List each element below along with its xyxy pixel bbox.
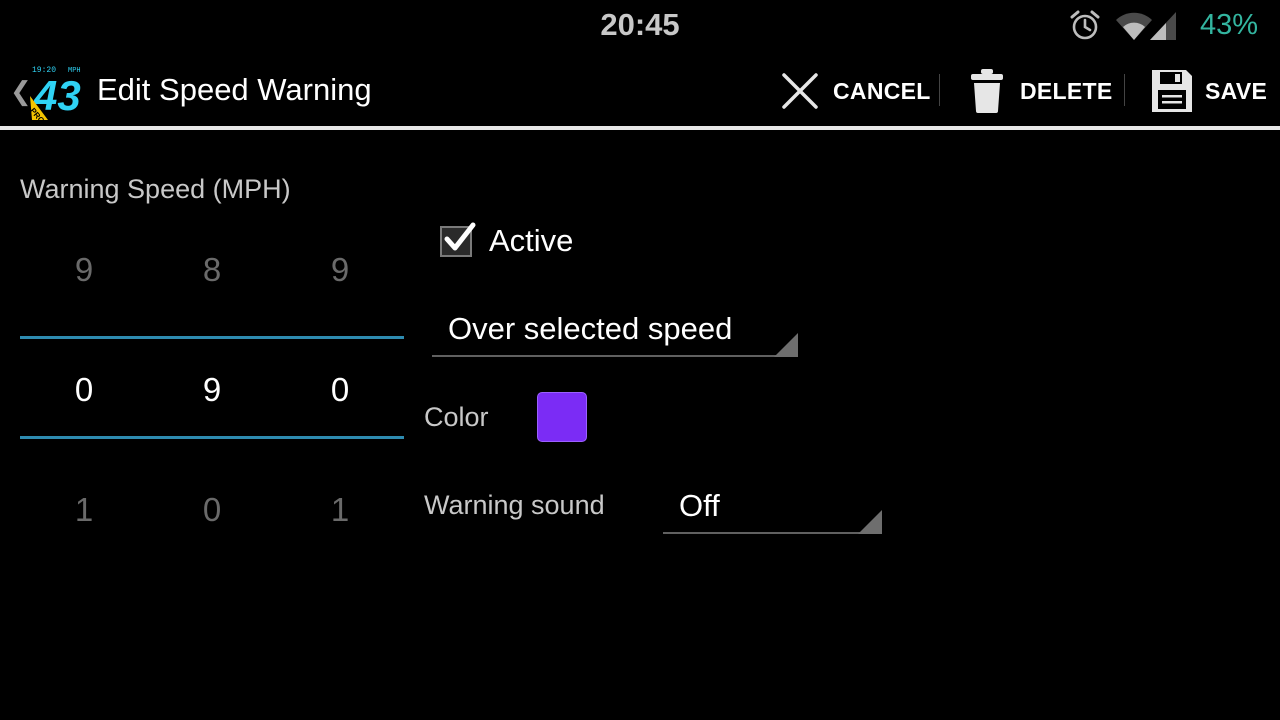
close-icon bbox=[782, 73, 818, 109]
spinner-underline bbox=[663, 532, 882, 534]
picker-next-digit[interactable]: 1 bbox=[54, 491, 114, 529]
warning-sound-value: Off bbox=[679, 488, 720, 523]
picker-selected-digit[interactable]: 0 bbox=[54, 371, 114, 409]
save-label: SAVE bbox=[1205, 77, 1268, 104]
spinner-underline bbox=[432, 355, 798, 357]
up-navigation-button[interactable]: ❮ 19:20 MPH 43 PRO bbox=[4, 54, 92, 124]
picker-selected-digit[interactable]: 9 bbox=[182, 371, 242, 409]
picker-prev-digit[interactable]: 8 bbox=[182, 251, 242, 289]
picker-divider-top bbox=[20, 336, 404, 339]
cancel-label: CANCEL bbox=[833, 77, 931, 104]
alarm-icon bbox=[1070, 10, 1100, 40]
picker-prev-digit[interactable]: 9 bbox=[54, 251, 114, 289]
active-label: Active bbox=[489, 223, 574, 258]
picker-selected-digit[interactable]: 0 bbox=[310, 371, 370, 409]
action-separator bbox=[1124, 74, 1125, 106]
delete-label: DELETE bbox=[1020, 77, 1113, 104]
battery-level: 43% bbox=[1200, 9, 1259, 41]
action-bar-divider bbox=[0, 126, 1280, 130]
picker-next-digit[interactable]: 0 bbox=[182, 491, 242, 529]
save-icon bbox=[1152, 70, 1192, 112]
delete-button[interactable]: DELETE bbox=[968, 60, 1113, 122]
cancel-button[interactable]: CANCEL bbox=[780, 60, 931, 122]
app-logo: 19:20 MPH 43 PRO bbox=[30, 66, 81, 120]
screen-title: Edit Speed Warning bbox=[97, 72, 372, 107]
color-label: Color bbox=[424, 402, 489, 432]
status-bar: 20:45 43% bbox=[0, 0, 1280, 50]
picker-prev-digit[interactable]: 9 bbox=[310, 251, 370, 289]
signal-icon bbox=[1150, 12, 1176, 40]
dropdown-triangle-icon bbox=[858, 510, 882, 534]
warning-speed-label: Warning Speed (MPH) bbox=[20, 174, 291, 204]
action-separator bbox=[939, 74, 940, 106]
active-checkbox-row[interactable]: Active bbox=[438, 220, 598, 260]
condition-value: Over selected speed bbox=[448, 311, 733, 346]
warning-sound-spinner[interactable]: Off bbox=[663, 484, 882, 534]
trash-icon bbox=[971, 69, 1003, 113]
save-button[interactable]: SAVE bbox=[1150, 60, 1267, 122]
warning-sound-label: Warning sound bbox=[424, 490, 605, 520]
condition-spinner[interactable]: Over selected speed bbox=[432, 306, 798, 357]
picker-next-digit[interactable]: 1 bbox=[310, 491, 370, 529]
dropdown-triangle-icon bbox=[774, 333, 798, 357]
checkbox-checked-icon[interactable] bbox=[438, 220, 478, 260]
chevron-left-icon: ❮ bbox=[10, 76, 32, 106]
picker-divider-bottom bbox=[20, 436, 404, 439]
color-swatch[interactable] bbox=[537, 392, 587, 442]
